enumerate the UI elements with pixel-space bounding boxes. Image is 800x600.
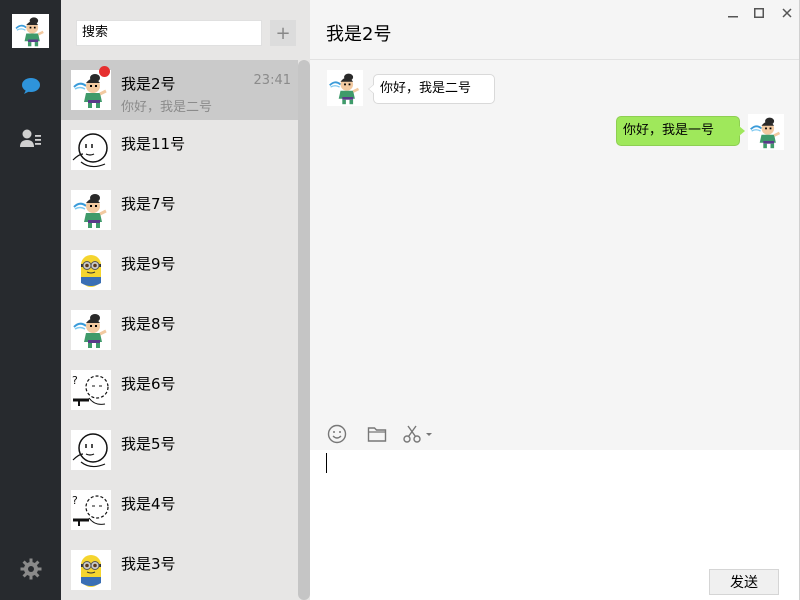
contact-name: 我是11号 [121,135,186,153]
contact-name: 我是6号 [121,375,176,393]
message-timestamp: 23:41 [253,73,291,88]
chat-header: 我是2号 [310,0,799,60]
emoji-icon[interactable] [327,424,347,444]
contact-name: 我是8号 [121,315,176,333]
contact-name: 我是5号 [121,435,176,453]
contact-name: 我是4号 [121,495,176,513]
outgoing-message-avatar[interactable] [748,114,784,150]
contact-avatar: ? [71,370,111,410]
close-icon[interactable] [776,4,798,22]
left-nav-bar [0,0,61,600]
list-item[interactable]: 我是11号 [61,120,298,180]
contact-avatar [71,130,111,170]
contact-avatar [71,190,111,230]
list-item[interactable]: 我是2号你好，我是二号 23:41 [61,60,298,120]
contact-name: 我是2号 [121,75,176,93]
svg-text:?: ? [72,494,78,507]
minimize-icon[interactable] [722,4,744,22]
send-button[interactable]: 发送 [709,569,779,595]
unread-badge [99,66,110,77]
contact-name: 我是9号 [121,255,176,273]
contact-name: 我是3号 [121,555,176,573]
svg-text:?: ? [72,374,78,387]
text-caret [326,453,327,473]
incoming-message-avatar[interactable] [327,70,363,106]
list-item[interactable]: 我是7号 [61,180,298,240]
scrollbar-thumb[interactable] [298,60,310,600]
contact-name: 我是7号 [121,195,176,213]
contacts-icon[interactable] [17,124,45,152]
outgoing-message-bubble: 你好，我是一号 [616,116,746,146]
contact-avatar [71,250,111,290]
message-input[interactable]: 发送 [310,450,799,600]
my-avatar[interactable] [12,14,49,48]
input-toolbar [310,418,799,450]
scissors-icon[interactable] [402,424,434,444]
last-message-preview: 你好，我是二号 [121,100,213,115]
contact-avatar [71,430,111,470]
contact-avatar: ? [71,490,111,530]
contact-list-scrollbar[interactable] [298,60,310,600]
contact-avatar [71,550,111,590]
chat-panel: 我是2号 你好，我是二号 你好，我是一号 发送 [310,0,800,600]
contact-avatar [71,310,111,350]
list-item[interactable]: ? 我是6号 [61,360,298,420]
list-item[interactable]: 我是3号 [61,540,298,600]
chat-title: 我是2号 [326,24,392,45]
search-input[interactable]: 搜索 [76,20,262,46]
contact-list: 我是2号 你好，我是二号 23:41 我是11号 我是7号 我是9号 我是8号 … [61,60,298,600]
maximize-icon[interactable] [748,4,770,22]
chat-icon[interactable] [17,72,45,100]
list-item[interactable]: 我是9号 [61,240,298,300]
add-button[interactable]: + [270,20,296,46]
settings-icon[interactable] [17,555,45,583]
list-item[interactable]: ? 我是4号 [61,480,298,540]
folder-icon[interactable] [367,424,387,444]
contact-list-panel: 搜索 + 我是2号 你好，我是二号 23:41 我是11号 我是7号 我是9号 … [61,0,310,600]
incoming-message-bubble: 你好，我是二号 [367,74,496,104]
list-item[interactable]: 我是8号 [61,300,298,360]
list-item[interactable]: 我是5号 [61,420,298,480]
